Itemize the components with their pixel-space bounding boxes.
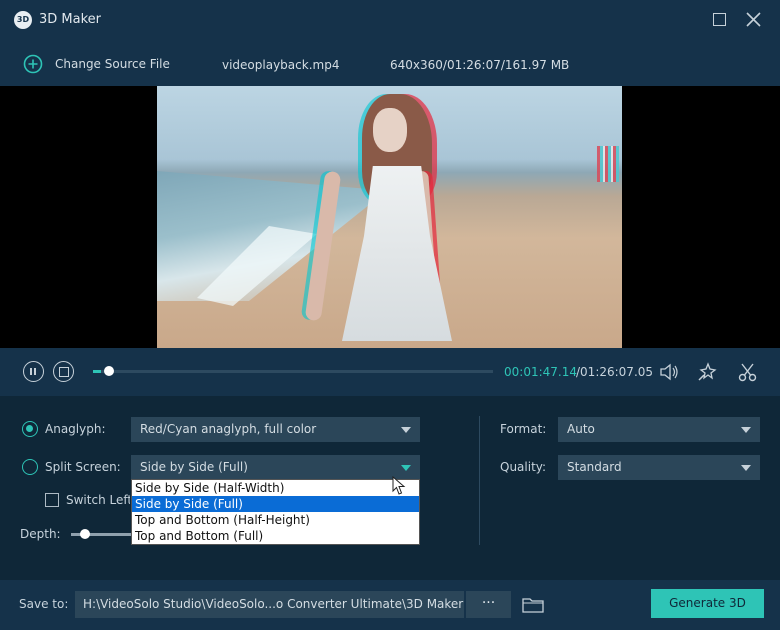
settings-divider <box>479 416 480 545</box>
anaglyph-select-value: Red/Cyan anaglyph, full color <box>140 422 317 436</box>
split-screen-option[interactable]: Side by Side (Full) <box>132 496 419 512</box>
anaglyph-radio[interactable] <box>22 421 38 437</box>
progress-fill <box>93 370 102 373</box>
generate-3d-button[interactable]: Generate 3D <box>651 589 764 618</box>
progress-thumb[interactable] <box>104 366 115 376</box>
format-label: Format: <box>500 422 547 436</box>
current-time: 00:01:47.14 <box>504 365 577 379</box>
chevron-down-icon <box>401 427 411 433</box>
mouse-cursor-icon <box>392 476 406 495</box>
anaglyph-select[interactable]: Red/Cyan anaglyph, full color <box>131 417 420 442</box>
playback-controls: 00:01:47.14 /01:26:07.05 <box>0 348 780 396</box>
chevron-down-icon <box>741 465 751 471</box>
change-source-label: Change Source File <box>55 57 170 71</box>
window-title: 3D Maker <box>39 12 102 27</box>
split-screen-dropdown: Side by Side (Half-Width) Side by Side (F… <box>131 479 420 545</box>
switch-left-label: Switch Left <box>66 493 130 507</box>
anaglyph-label: Anaglyph: <box>45 422 106 436</box>
scissors-icon[interactable] <box>738 363 757 382</box>
progress-bar[interactable] <box>93 366 493 376</box>
change-source-button[interactable]: Change Source File <box>23 53 170 75</box>
split-screen-option[interactable]: Top and Bottom (Half-Height) <box>132 512 419 528</box>
chevron-down-icon <box>401 465 411 471</box>
split-screen-select[interactable]: Side by Side (Full) <box>131 455 420 480</box>
split-screen-radio[interactable] <box>22 459 38 475</box>
file-name: videoplayback.mp4 <box>222 58 340 72</box>
magic-wand-icon[interactable] <box>697 362 717 382</box>
footer-bar: Save to: H:\VideoSolo Studio\VideoSolo..… <box>0 580 780 630</box>
chevron-down-icon <box>741 427 751 433</box>
video-preview <box>0 86 780 348</box>
maximize-icon[interactable] <box>713 13 726 26</box>
switch-left-checkbox[interactable] <box>45 493 59 507</box>
title-bar: 3D 3D Maker <box>0 0 780 40</box>
split-screen-option[interactable]: Side by Side (Half-Width) <box>132 480 419 496</box>
pause-icon[interactable] <box>23 361 44 382</box>
split-screen-option[interactable]: Top and Bottom (Full) <box>132 528 419 544</box>
source-bar: Change Source File videoplayback.mp4 640… <box>0 40 780 86</box>
save-to-label: Save to: <box>19 597 69 611</box>
quality-select[interactable]: Standard <box>558 455 760 480</box>
browse-button[interactable]: ··· <box>466 591 511 618</box>
app-logo-icon: 3D <box>14 11 32 29</box>
depth-label: Depth: <box>20 527 61 541</box>
quality-select-value: Standard <box>567 460 622 474</box>
format-select-value: Auto <box>567 422 595 436</box>
folder-icon[interactable] <box>521 595 545 615</box>
split-screen-label: Split Screen: <box>45 460 121 474</box>
save-path-field[interactable]: H:\VideoSolo Studio\VideoSolo...o Conver… <box>75 591 464 618</box>
volume-icon[interactable] <box>659 363 679 381</box>
depth-slider-thumb[interactable] <box>80 529 90 539</box>
split-screen-select-value: Side by Side (Full) <box>140 460 248 474</box>
total-time: /01:26:07.05 <box>576 365 654 379</box>
video-frame <box>157 86 622 348</box>
quality-label: Quality: <box>500 460 547 474</box>
file-info: 640x360/01:26:07/161.97 MB <box>390 58 570 72</box>
close-icon[interactable] <box>745 11 762 28</box>
plus-circle-icon <box>23 54 43 74</box>
format-select[interactable]: Auto <box>558 417 760 442</box>
stop-icon[interactable] <box>53 361 74 382</box>
figure-face-shape <box>373 108 407 152</box>
background-sign-shape <box>597 146 619 182</box>
